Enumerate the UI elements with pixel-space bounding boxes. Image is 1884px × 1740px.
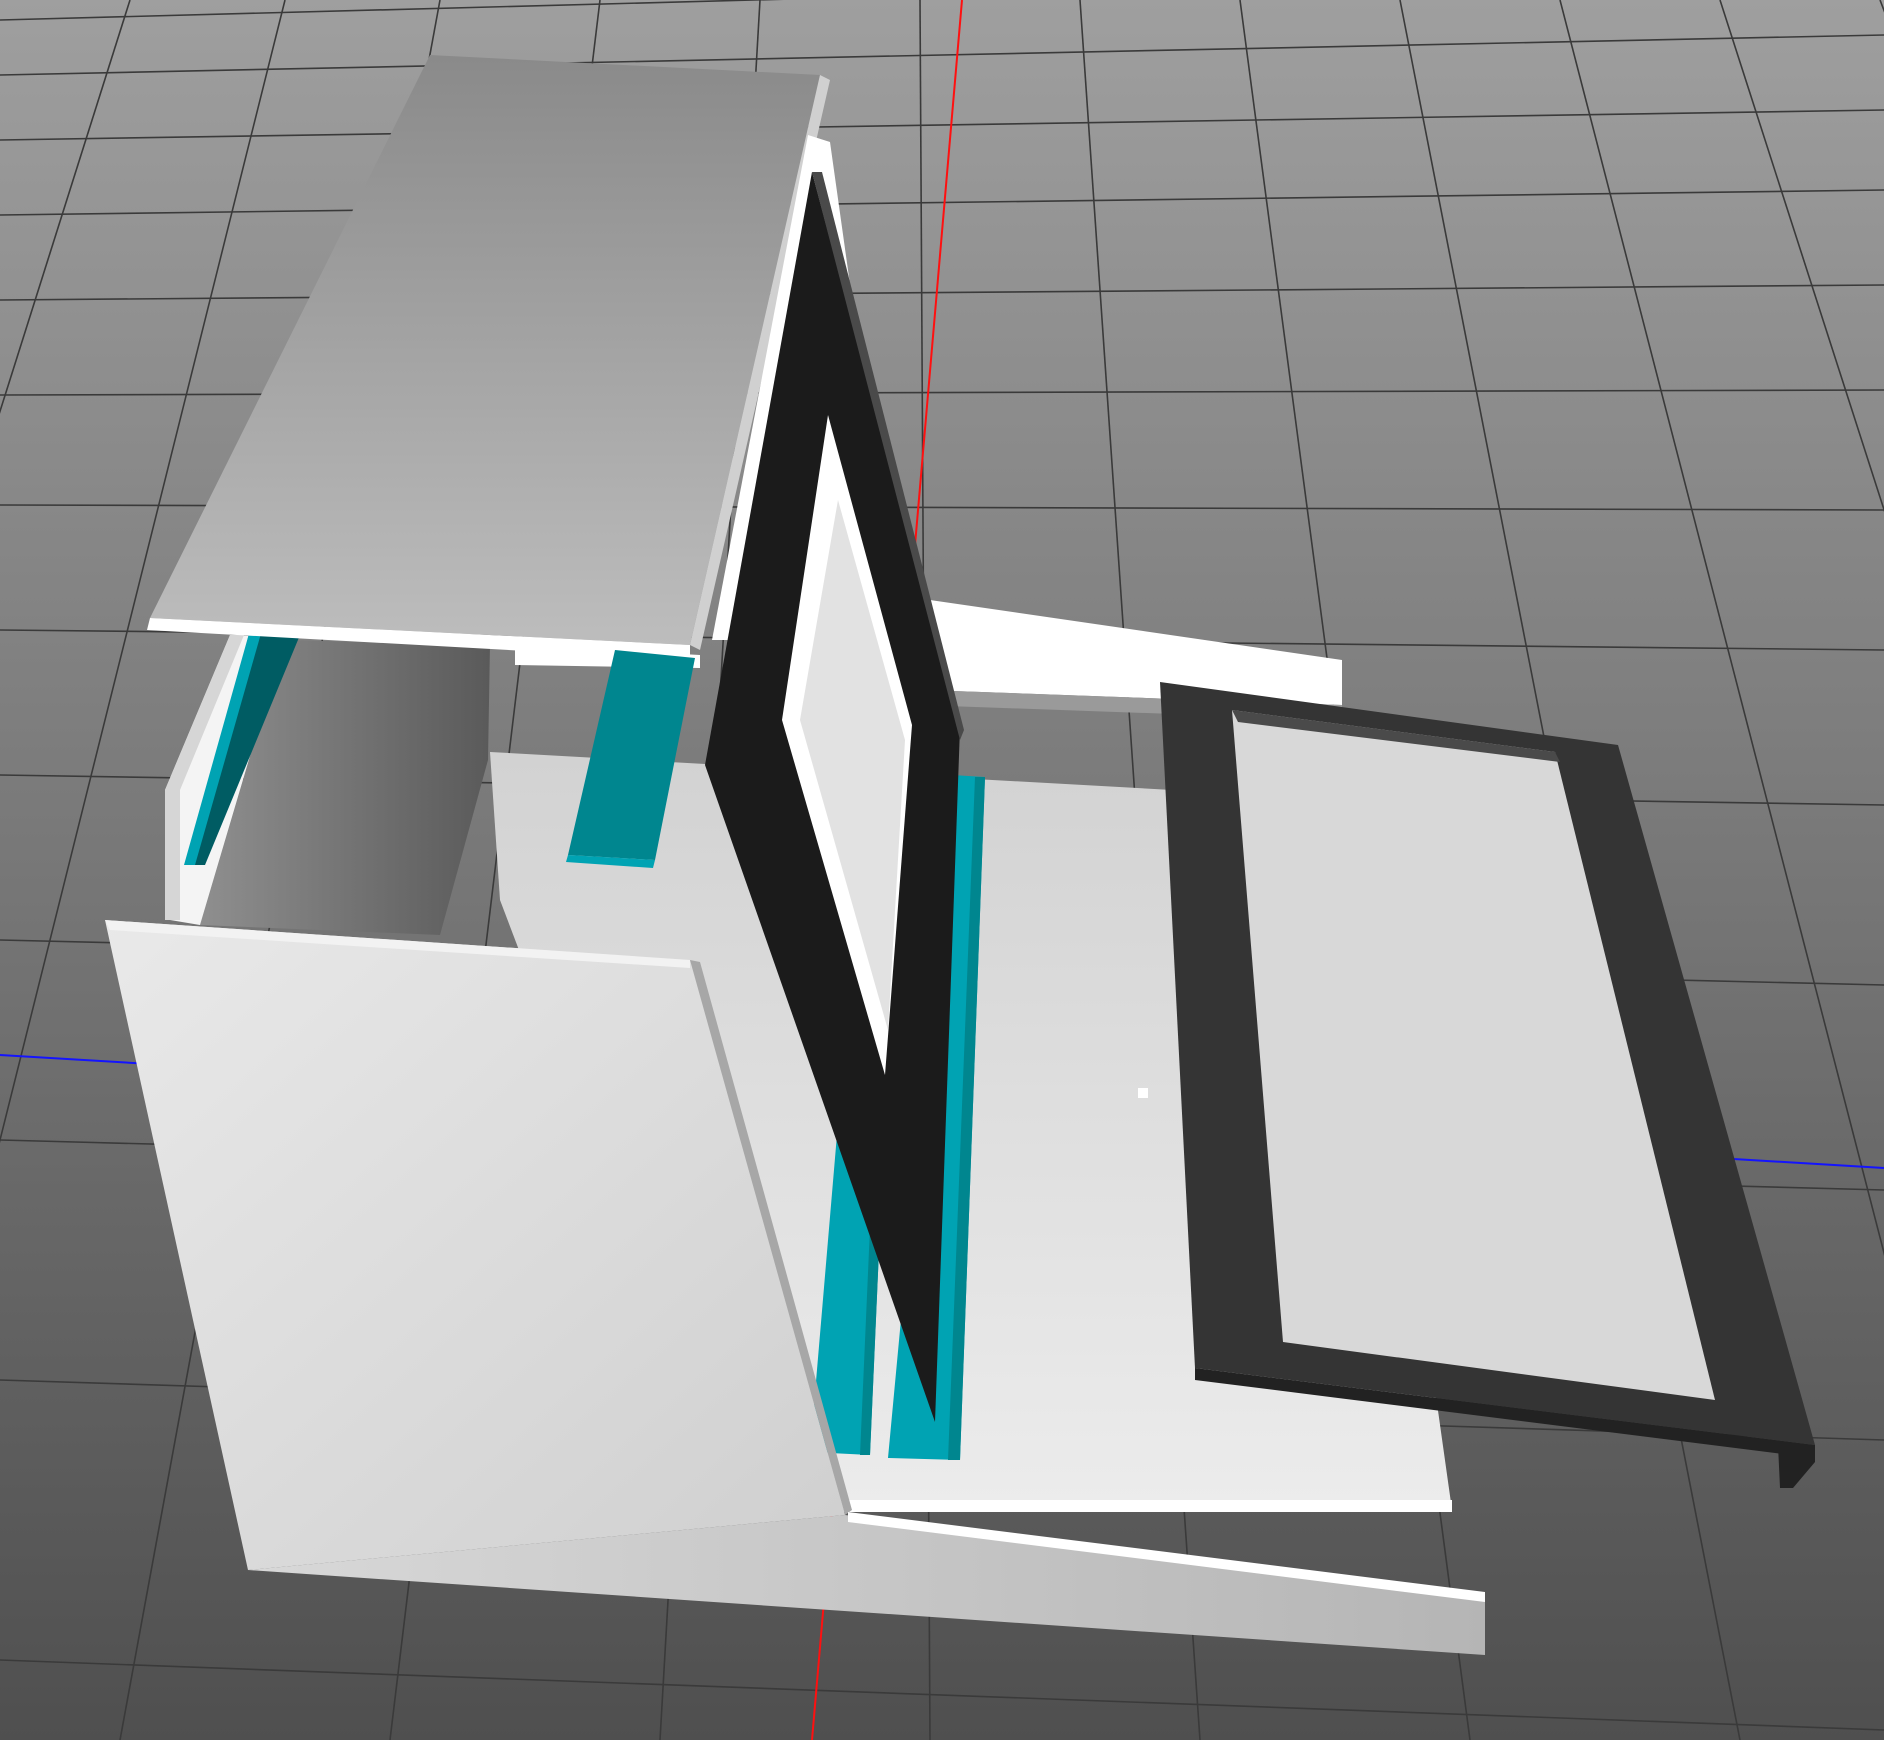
3d-viewport[interactable] (0, 0, 1884, 1740)
pivot-marker (1138, 1088, 1148, 1098)
base-plate-edge (840, 1500, 1452, 1512)
3d-scene[interactable] (0, 0, 1884, 1740)
